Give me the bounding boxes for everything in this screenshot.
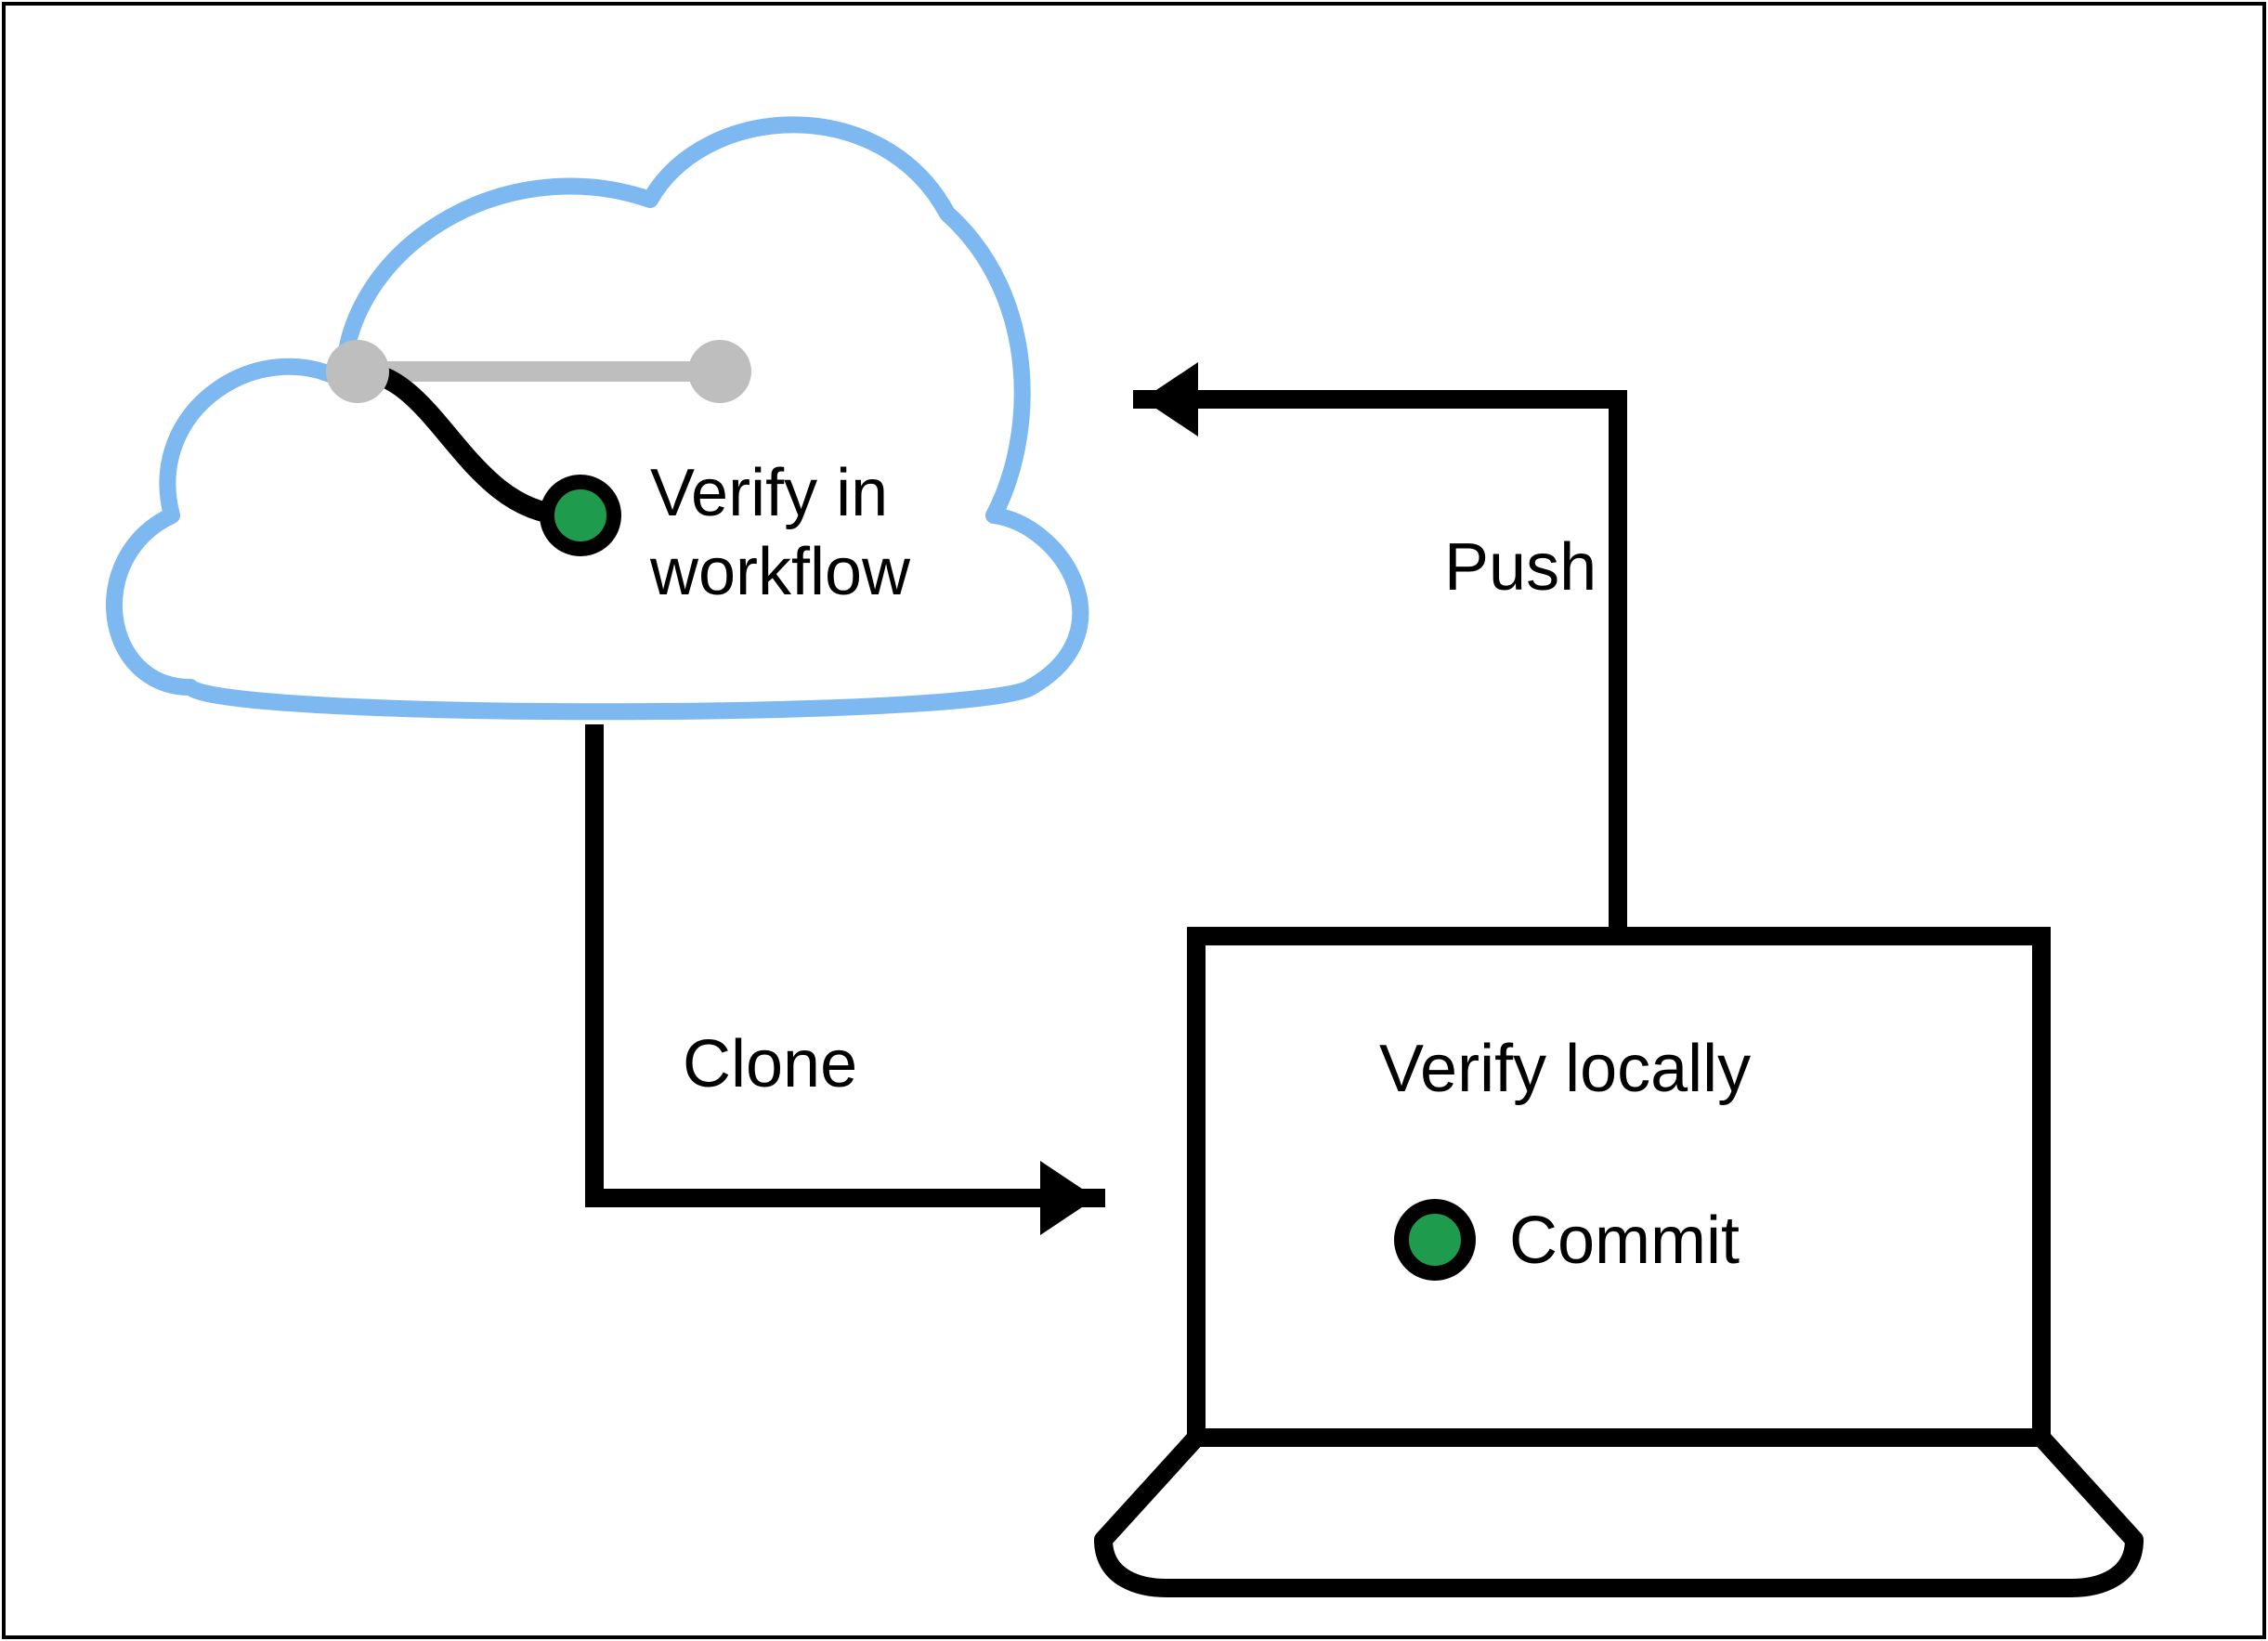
branch-curve-black xyxy=(358,371,567,515)
cloud-text-line2: workflow xyxy=(650,534,910,611)
laptop-text-line2: Commit xyxy=(1509,1203,1740,1280)
commit-dot-gray-left xyxy=(326,340,389,403)
clone-arrow xyxy=(594,734,1096,1235)
diagram-canvas: Verify in workflow Clone Push Verify loc… xyxy=(0,0,2268,1641)
commit-dot-gray-right xyxy=(688,340,751,403)
commit-dot-green-laptop xyxy=(1401,1206,1468,1273)
push-arrow-label: Push xyxy=(1444,529,1597,606)
laptop-text-line1: Verify locally xyxy=(1379,1031,1751,1108)
push-arrow xyxy=(1142,362,1618,919)
cloud-text-line1: Verify in xyxy=(650,455,888,532)
diagram-svg xyxy=(0,0,2268,1641)
commit-dot-green xyxy=(547,482,614,549)
clone-arrow-label: Clone xyxy=(683,1026,857,1103)
cloud-icon xyxy=(114,124,1080,711)
